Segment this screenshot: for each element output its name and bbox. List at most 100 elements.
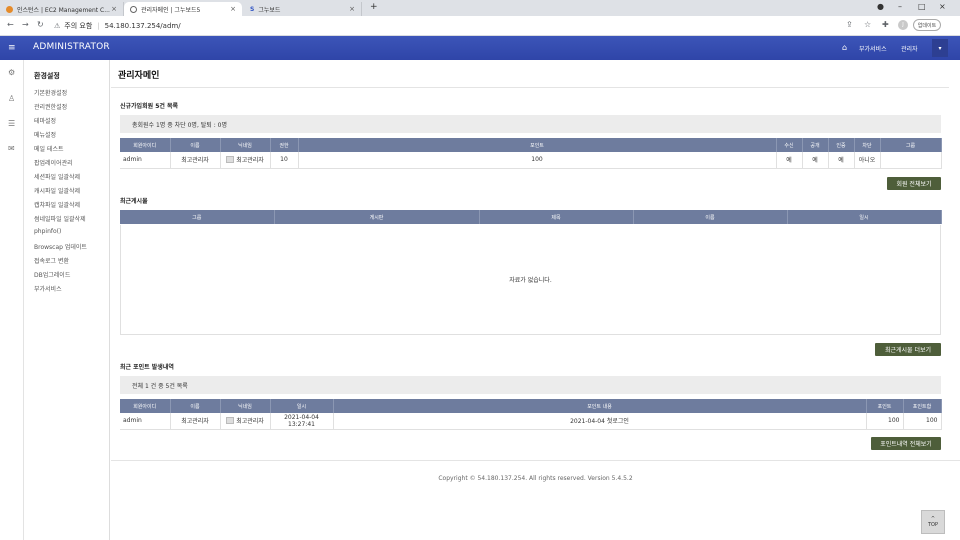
tab-ec2[interactable]: 인스턴스 | EC2 Management C... × bbox=[0, 2, 124, 16]
close-icon[interactable]: × bbox=[349, 5, 355, 13]
point-cell: 100 bbox=[866, 413, 904, 430]
column-header: 제목 bbox=[479, 210, 634, 224]
gnuboard-icon: S bbox=[250, 5, 255, 13]
point-sum-cell: 100 bbox=[903, 413, 942, 430]
scroll-top-button[interactable]: ^ TOP bbox=[921, 510, 945, 534]
sidebar-menu: 환경설정 기본환경설정 관리권한설정 테마설정 메뉴설정 메일 테스트 팝업레이… bbox=[24, 60, 110, 540]
sidebar-item[interactable]: 팝업레이어관리 bbox=[34, 158, 73, 167]
column-header: 회원아이디 bbox=[120, 138, 171, 152]
left-icon-bar: ⚙ ♙ ☰ ✉ bbox=[0, 60, 24, 540]
profile-avatar[interactable]: J bbox=[898, 20, 908, 30]
sidebar-item[interactable]: 기본환경설정 bbox=[34, 88, 67, 97]
points-summary: 전체 1 건 중 5건 목록 bbox=[120, 376, 941, 394]
sidebar-item[interactable]: 메뉴설정 bbox=[34, 130, 56, 139]
tab-gnuboard[interactable]: S 그누보드 × bbox=[244, 2, 362, 16]
column-header: 이름 bbox=[170, 399, 221, 413]
tab-admin-main[interactable]: 관리자메인 | 그누보드5 × bbox=[124, 2, 242, 16]
member-id-cell: admin bbox=[120, 413, 171, 430]
point-content-cell: 2021-04-04 첫로그인 bbox=[333, 413, 867, 430]
table-header-row: 회원아이디 이름 닉네임 권한 포인트 수신 공개 인증 차단 그룹 bbox=[120, 138, 942, 152]
home-icon[interactable]: ⌂ bbox=[842, 43, 847, 52]
view-all-members-button[interactable]: 회원 전체보기 bbox=[887, 177, 941, 190]
close-icon[interactable]: × bbox=[111, 5, 117, 13]
divider bbox=[111, 87, 949, 88]
user-icon[interactable]: ♙ bbox=[8, 94, 15, 103]
sidebar-item[interactable]: 테마설정 bbox=[34, 116, 56, 125]
sidebar-item[interactable]: 관리권한설정 bbox=[34, 102, 67, 111]
mailing-cell: 예 bbox=[776, 152, 803, 169]
extensions-icon[interactable]: ✚ bbox=[882, 20, 889, 29]
nickname-cell[interactable]: 최고관리자 bbox=[220, 413, 271, 430]
url-input[interactable]: ⚠ 주의 요함 | 54.180.137.254/adm/ bbox=[54, 19, 854, 33]
page-title: 관리자메인 bbox=[118, 71, 160, 81]
close-icon[interactable]: × bbox=[230, 5, 236, 13]
avatar-icon bbox=[226, 155, 235, 163]
nickname-cell[interactable]: 최고관리자 bbox=[220, 152, 271, 169]
name-cell: 최고관리자 bbox=[170, 413, 221, 430]
sidebar-item[interactable]: Browscap 업데이트 bbox=[34, 242, 87, 251]
table-row: admin 최고관리자 최고관리자 10 100 예 예 예 아니오 bbox=[120, 152, 942, 169]
globe-icon bbox=[130, 5, 137, 13]
certified-cell: 예 bbox=[828, 152, 855, 169]
reload-icon[interactable]: ↻ bbox=[37, 20, 44, 29]
gear-icon[interactable]: ⚙ bbox=[8, 68, 15, 77]
column-header: 그룹 bbox=[120, 210, 275, 224]
sidebar-item[interactable]: 메일 테스트 bbox=[34, 144, 64, 153]
column-header: 공개 bbox=[802, 138, 829, 152]
blocked-cell: 아니오 bbox=[854, 152, 881, 169]
top-label: TOP bbox=[927, 522, 938, 528]
new-tab-button[interactable]: + bbox=[370, 2, 378, 12]
column-header: 포인트 bbox=[866, 399, 904, 413]
more-recent-posts-button[interactable]: 최근게시물 더보기 bbox=[875, 343, 941, 356]
column-header: 포인트 내용 bbox=[333, 399, 867, 413]
admin-title[interactable]: ADMINISTRATOR bbox=[33, 42, 110, 52]
sidebar-heading: 환경설정 bbox=[34, 72, 60, 80]
column-header: 게시판 bbox=[274, 210, 480, 224]
minimize-icon[interactable]: – bbox=[898, 2, 902, 11]
sidebar-item[interactable]: 접속로그 변환 bbox=[34, 256, 69, 265]
new-members-title: 신규가입회원 5건 목록 bbox=[120, 103, 179, 110]
address-bar: ← → ↻ ⚠ 주의 요함 | 54.180.137.254/adm/ ⇪ ☆ … bbox=[0, 16, 960, 36]
browser-update-button[interactable]: 업데이트 bbox=[913, 19, 941, 31]
sidebar-item[interactable]: DB업그레이드 bbox=[34, 270, 70, 279]
back-icon[interactable]: ← bbox=[7, 20, 14, 29]
security-warning: 주의 요함 bbox=[64, 22, 93, 30]
user-link[interactable]: 관리자 bbox=[901, 44, 918, 53]
aws-icon bbox=[6, 5, 13, 13]
list-icon[interactable]: ☰ bbox=[8, 119, 15, 128]
window-close-icon[interactable]: × bbox=[939, 2, 946, 11]
column-header: 회원아이디 bbox=[120, 399, 171, 413]
points-title: 최근 포인트 발생내역 bbox=[120, 364, 174, 371]
column-header: 이름 bbox=[633, 210, 788, 224]
new-members-summary: 총회원수 1명 중 차단 0명, 탈퇴 : 0명 bbox=[120, 115, 941, 133]
level-cell: 10 bbox=[270, 152, 299, 169]
copyright-text: Copyright © 54.180.137.254. All rights r… bbox=[438, 475, 633, 482]
url-text: 54.180.137.254/adm/ bbox=[104, 22, 181, 30]
maximize-icon[interactable]: □ bbox=[918, 2, 926, 11]
services-link[interactable]: 부가서비스 bbox=[859, 44, 887, 53]
footer-divider bbox=[111, 460, 960, 461]
sidebar-item[interactable]: 썸네일파일 일괄삭제 bbox=[34, 214, 86, 223]
view-all-points-button[interactable]: 포인트내역 전체보기 bbox=[871, 437, 941, 450]
tab-label: 인스턴스 | EC2 Management C... bbox=[17, 6, 110, 14]
browser-tab-bar: 인스턴스 | EC2 Management C... × 관리자메인 | 그누보… bbox=[0, 0, 960, 16]
table-header-row: 그룹 게시판 제목 이름 일시 bbox=[120, 210, 942, 224]
message-icon[interactable]: ✉ bbox=[8, 144, 15, 153]
sidebar-item[interactable]: 세션파일 일괄삭제 bbox=[34, 172, 80, 181]
group-cell bbox=[880, 152, 942, 169]
sidebar-item[interactable]: phpinfo() bbox=[34, 228, 61, 235]
star-icon[interactable]: ☆ bbox=[864, 20, 871, 29]
column-header: 닉네임 bbox=[220, 399, 271, 413]
name-cell: 최고관리자 bbox=[170, 152, 221, 169]
share-icon[interactable]: ⇪ bbox=[846, 20, 853, 29]
sidebar-item[interactable]: 부가서비스 bbox=[34, 284, 62, 293]
user-dropdown-button[interactable]: ▾ bbox=[932, 39, 948, 57]
hamburger-icon[interactable]: ≡ bbox=[8, 43, 16, 53]
column-header: 차단 bbox=[854, 138, 881, 152]
sidebar-item[interactable]: 캡챠파일 일괄삭제 bbox=[34, 200, 80, 209]
sidebar-item[interactable]: 캐시파일 일괄삭제 bbox=[34, 186, 80, 195]
column-header: 이름 bbox=[170, 138, 221, 152]
forward-icon[interactable]: → bbox=[22, 20, 29, 29]
column-header: 포인트합 bbox=[903, 399, 942, 413]
record-icon[interactable]: ● bbox=[877, 2, 884, 11]
